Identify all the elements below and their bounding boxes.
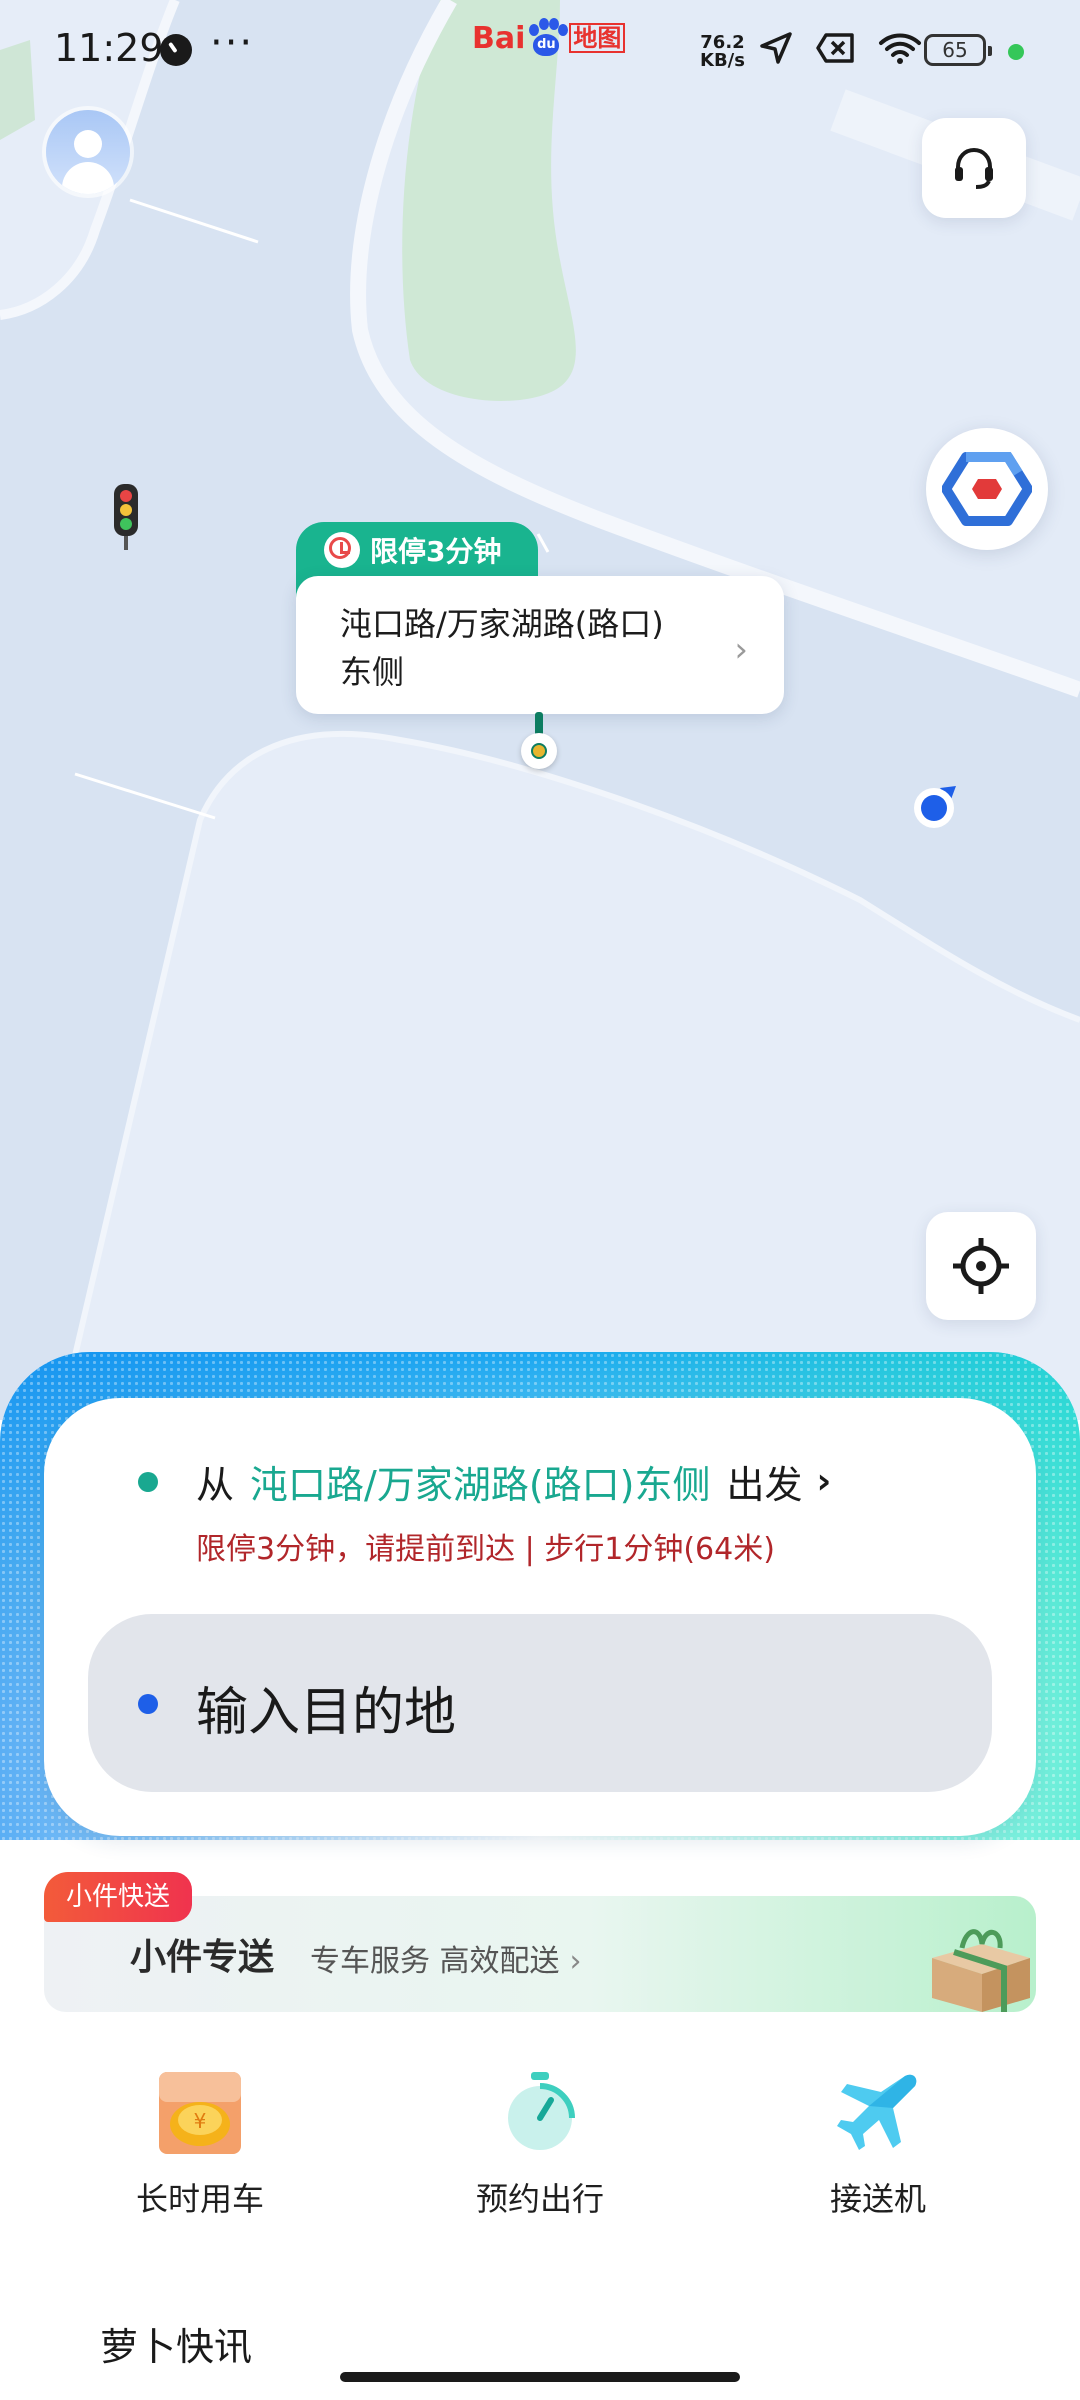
locate-me-button[interactable] bbox=[926, 1212, 1036, 1320]
battery-indicator: 65 bbox=[924, 34, 992, 66]
origin-note: 限停3分钟，请提前到达 | 步行1分钟(64米) bbox=[196, 1532, 775, 1567]
airplane-icon bbox=[833, 2068, 923, 2158]
pickup-time-limit-label: 限停3分钟 bbox=[370, 535, 502, 568]
origin-suffix: 出发 bbox=[726, 1463, 803, 1507]
pickup-point-line1: 沌口路/万家湖路(路口) bbox=[340, 605, 664, 643]
more-notifications-icon: ··· bbox=[210, 20, 255, 66]
timer-icon bbox=[495, 2068, 585, 2158]
crosshair-icon bbox=[953, 1238, 1009, 1294]
logo-text-prefix: Bai bbox=[472, 20, 526, 56]
chevron-right-icon: › bbox=[734, 630, 748, 670]
status-icons bbox=[758, 30, 922, 66]
headset-icon bbox=[955, 147, 993, 189]
service-label: 长时用车 bbox=[135, 2180, 264, 2218]
network-speed-unit: KB/s bbox=[700, 50, 745, 71]
status-bar: 11:29 ··· Bai du 地图 76.2 KB/s 65 bbox=[0, 0, 1080, 100]
logo-paw-text: du bbox=[533, 34, 560, 56]
promo-subtitle: 专车服务 高效配送 bbox=[310, 1944, 560, 1979]
sim-off-icon bbox=[816, 33, 854, 63]
promo-title: 小件专送 bbox=[130, 1937, 275, 1978]
promo-subtitle-row: 专车服务 高效配送 › bbox=[310, 1936, 582, 1980]
service-label: 接送机 bbox=[829, 2180, 926, 2218]
pickup-point-card[interactable]: 沌口路/万家湖路(路口) 东侧 › bbox=[296, 576, 784, 714]
hexagon-scan-icon bbox=[942, 452, 1032, 526]
svg-text:¥: ¥ bbox=[194, 2109, 207, 2133]
promo-tag: 小件快送 bbox=[44, 1872, 193, 1922]
traffic-light-icon bbox=[114, 484, 138, 550]
parcel-box-icon bbox=[932, 1929, 1030, 2012]
wifi-icon bbox=[879, 33, 921, 64]
service-reservation[interactable]: 预约出行 bbox=[440, 2068, 640, 2220]
ar-scan-button[interactable] bbox=[926, 428, 1048, 550]
coin-car-icon: ¥ bbox=[155, 2068, 245, 2158]
chevron-right-icon: › bbox=[569, 1944, 582, 1979]
news-section-title: 萝卜快讯 bbox=[100, 2325, 253, 2369]
baidu-paw-icon: du bbox=[527, 18, 569, 58]
user-avatar[interactable] bbox=[46, 110, 130, 194]
chevron-right-icon: › bbox=[816, 1461, 832, 1502]
avatar-body bbox=[62, 162, 114, 194]
clock-app-icon bbox=[160, 34, 192, 66]
origin-selector[interactable]: 从 沌口路/万家湖路(路口)东侧 出发 › bbox=[196, 1454, 831, 1509]
logo-text-suffix: 地图 bbox=[569, 23, 626, 53]
clock-icon bbox=[324, 532, 360, 568]
status-active-dot bbox=[1008, 44, 1024, 60]
pickup-point-line2: 东侧 bbox=[340, 653, 405, 691]
origin-prefix: 从 bbox=[196, 1463, 235, 1507]
destination-placeholder: 输入目的地 bbox=[196, 1683, 457, 1743]
destination-dot-icon bbox=[138, 1694, 158, 1714]
service-airport-transfer[interactable]: 接送机 bbox=[778, 2068, 978, 2220]
origin-place: 沌口路/万家湖路(路口)东侧 bbox=[250, 1463, 711, 1507]
baidu-map-logo: Bai du 地图 bbox=[472, 8, 626, 68]
map-view[interactable]: 限停3分钟 沌口路/万家湖路(路口) 东侧 › bbox=[0, 0, 1080, 1420]
status-time: 11:29 bbox=[54, 26, 164, 70]
avatar-head bbox=[74, 130, 102, 158]
customer-service-button[interactable] bbox=[922, 118, 1026, 218]
network-speed: 76.2 KB/s bbox=[700, 34, 745, 70]
my-location-marker-icon bbox=[914, 786, 956, 828]
pickup-pin-icon bbox=[521, 733, 557, 769]
service-long-rental[interactable]: ¥ 长时用车 bbox=[100, 2068, 300, 2220]
home-indicator[interactable] bbox=[340, 2372, 740, 2382]
service-label: 预约出行 bbox=[475, 2180, 604, 2218]
location-arrow-icon bbox=[760, 32, 792, 64]
origin-dot-icon bbox=[138, 1472, 158, 1492]
